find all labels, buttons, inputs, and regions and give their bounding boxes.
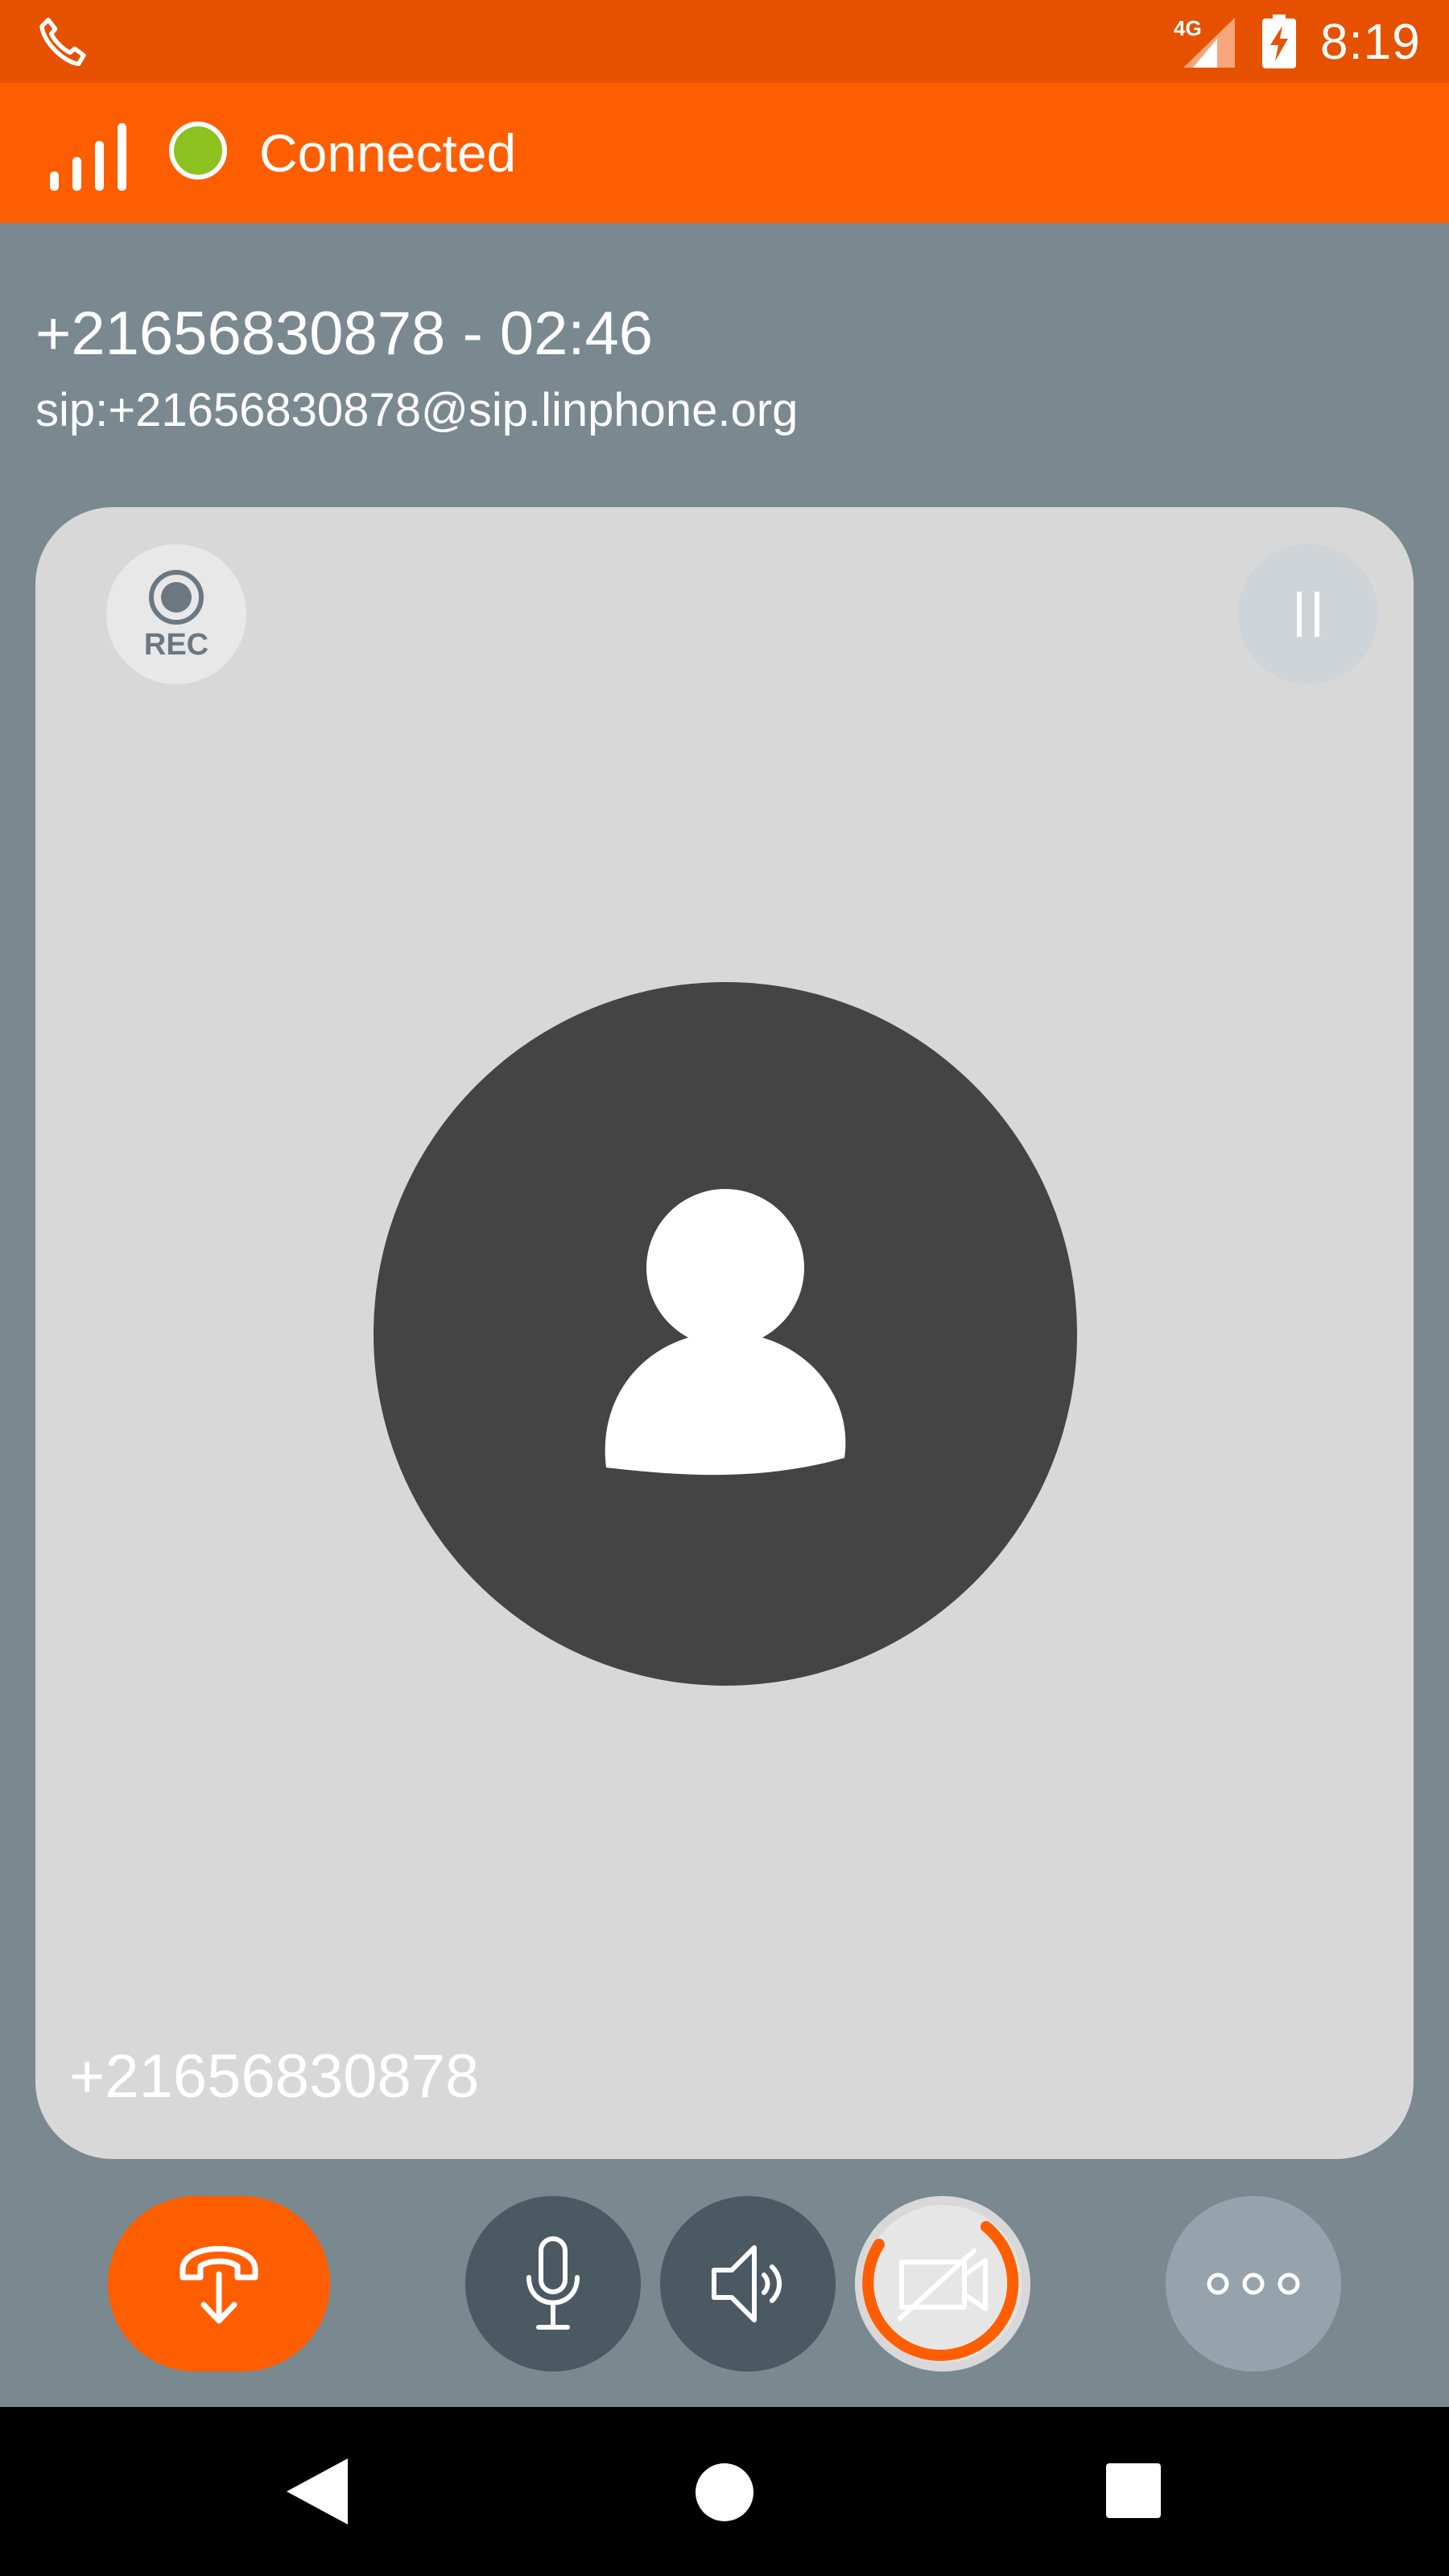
home-icon[interactable] [696,2463,753,2521]
connection-status-dot [169,122,227,180]
network-signal-icon: 4G [1174,16,1235,68]
caller-number: +21656830878 [69,2042,480,2111]
recent-apps-icon[interactable] [1106,2463,1161,2518]
record-icon [149,570,204,625]
microphone-icon [526,2236,580,2330]
status-bar: 4G 8:19 [0,0,1449,83]
speaker-icon [712,2245,782,2322]
network-type-label: 4G [1174,16,1202,40]
more-options-icon [1207,2273,1300,2295]
call-title: +21656830878 - 02:46 [35,299,654,368]
status-time: 8:19 [1320,14,1421,70]
pause-icon [1297,592,1319,637]
phone-icon [39,18,86,67]
connection-status-label: Connected [259,123,517,183]
hangup-button[interactable] [108,2196,330,2372]
more-options-button[interactable] [1166,2196,1341,2372]
video-button[interactable] [855,2196,1030,2372]
microphone-button[interactable] [465,2196,641,2372]
top-bar: Connected [0,83,1449,223]
back-icon[interactable] [283,2457,349,2526]
battery-charging-icon [1262,14,1296,68]
hangup-icon [180,2246,258,2324]
speaker-button[interactable] [660,2196,836,2372]
navigation-bar [0,2407,1449,2576]
contact-avatar [374,982,1077,1686]
record-label: REC [143,628,209,662]
signal-bars-icon [50,123,126,191]
contact-avatar-icon [605,1189,846,1476]
call-card: REC +21656830878 [35,507,1414,2159]
pause-button[interactable] [1238,544,1378,684]
sip-address: sip:+21656830878@sip.linphone.org [35,384,799,436]
video-off-icon [862,2205,1022,2363]
record-button[interactable]: REC [106,544,246,684]
